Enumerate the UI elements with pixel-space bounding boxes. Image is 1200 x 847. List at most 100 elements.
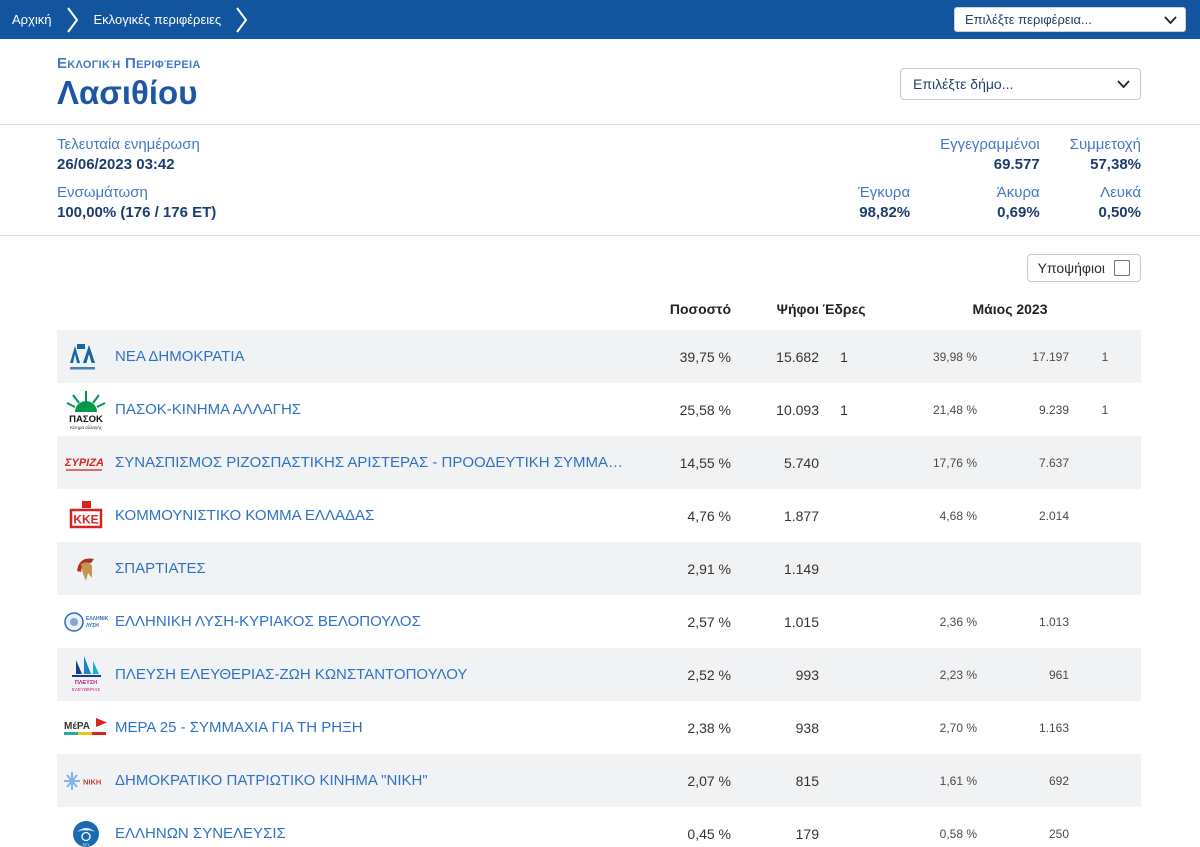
svg-text:ΛΥΣΗ: ΛΥΣΗ xyxy=(86,623,99,629)
party-may-percent: 17,76 % xyxy=(932,455,977,470)
party-seats: 1 xyxy=(840,401,848,418)
party-name-link[interactable]: ΜΕΡΑ 25 - ΣΥΜΜΑΧΙΑ ΓΙΑ ΤΗ ΡΗΞΗ xyxy=(115,719,631,736)
result-row: ΜέΡΑ ΜΕΡΑ 25 - ΣΥΜΜΑΧΙΑ ΓΙΑ ΤΗ ΡΗΞΗ 2,38… xyxy=(57,701,1141,754)
candidates-checkbox[interactable] xyxy=(1114,260,1130,276)
results-rows: ΝΕΑ ΔΗΜΟΚΡΑΤΙΑ 39,75 % 15.682 1 39,98 % … xyxy=(57,330,1141,847)
header-votes: Ψήφοι xyxy=(776,301,819,317)
turnout-value: 57,38% xyxy=(1090,156,1141,173)
party-may-percent: 39,98 % xyxy=(932,349,977,364)
chevron-right-icon xyxy=(236,6,248,33)
party-name-link[interactable]: ΕΛΛΗΝΩΝ ΣΥΝΕΛΕΥΣΙΣ xyxy=(115,825,631,842)
header-seats: Έδρες xyxy=(822,301,866,317)
turnout-label: Συμμετοχή xyxy=(1069,136,1141,153)
party-may-percent: 21,48 % xyxy=(932,402,977,417)
party-percent: 2,38 % xyxy=(687,719,731,736)
result-row: ΠΛΕΥΣΗ ΕΛΕΥΘΕΡΙΑΣ ΠΛΕΥΣΗ ΕΛΕΥΘΕΡΙΑΣ-ΖΩΗ … xyxy=(57,648,1141,701)
top-navigation-bar: Αρχική Εκλογικές περιφέρειες Επιλέξτε πε… xyxy=(0,0,1200,39)
party-name-link[interactable]: ΣΠΑΡΤΙΑΤΕΣ xyxy=(115,560,631,577)
pasok-party-logo-icon: ΠΑΣΟΚ Κίνημα αλλαγής xyxy=(65,389,107,431)
party-votes: 938 xyxy=(795,719,819,736)
party-name-link[interactable]: ΠΛΕΥΣΗ ΕΛΕΥΘΕΡΙΑΣ-ΖΩΗ ΚΩΝΣΤΑΝΤΟΠΟΥΛΟΥ xyxy=(115,666,631,683)
party-name-link[interactable]: ΝΕΑ ΔΗΜΟΚΡΑΤΙΑ xyxy=(115,348,631,365)
party-may-votes: 9.239 xyxy=(1038,402,1069,417)
party-percent: 2,91 % xyxy=(687,560,731,577)
last-update-value: 26/06/2023 03:42 xyxy=(57,156,175,173)
party-may-votes: 250 xyxy=(1048,826,1069,841)
party-seats: 1 xyxy=(840,348,848,365)
breadcrumb-item-home[interactable]: Αρχική xyxy=(12,12,52,27)
update-stats: Τελευταία ενημέρωση 26/06/2023 03:42 Ενσ… xyxy=(57,136,216,221)
party-may-percent: 1,61 % xyxy=(939,773,977,788)
party-may-votes: 17.197 xyxy=(1032,349,1069,364)
party-name-link[interactable]: ΚΟΜΜΟΥΝΙΣΤΙΚΟ ΚΟΜΜΑ ΕΛΛΑΔΑΣ xyxy=(115,507,631,524)
region-select[interactable]: Επιλέξτε περιφέρεια... xyxy=(954,7,1186,32)
valid-label: Έγκυρα xyxy=(857,184,911,201)
party-percent: 2,07 % xyxy=(687,772,731,789)
result-row: ΣΥΡΙΖΑ ΣΥΝΑΣΠΙΣΜΟΣ ΡΙΖΟΣΠΑΣΤΙΚΗΣ ΑΡΙΣΤΕΡ… xyxy=(57,436,1141,489)
spartiates-party-logo-icon xyxy=(73,554,99,584)
party-votes: 179 xyxy=(795,825,819,842)
municipality-select-placeholder: Επιλέξτε δήμο... xyxy=(913,76,1014,92)
result-row: ΚΚΕ ΚΟΜΜΟΥΝΙΣΤΙΚΟ ΚΟΜΜΑ ΕΛΛΑΔΑΣ 4,76 % 1… xyxy=(57,489,1141,542)
party-may-votes: 1.013 xyxy=(1038,614,1069,629)
party-percent: 0,45 % xyxy=(687,825,731,842)
nd-party-logo-icon xyxy=(68,341,104,373)
svg-text:ΜέΡΑ: ΜέΡΑ xyxy=(64,721,90,732)
svg-text:ΕΛΛΗΝΙΚΗ: ΕΛΛΗΝΙΚΗ xyxy=(86,616,108,622)
registered-value: 69.577 xyxy=(993,156,1040,173)
result-row: ΕΣΥ ΕΛΛΗΝΩΝ ΣΥΝΕΛΕΥΣΙΣ 0,45 % 179 0,58 %… xyxy=(57,807,1141,847)
party-may-votes: 1.163 xyxy=(1038,720,1069,735)
svg-text:ΕΣΥ: ΕΣΥ xyxy=(83,843,90,847)
result-row: ΝΙΚΗ ΔΗΜΟΚΡΑΤΙΚΟ ΠΑΤΡΙΩΤΙΚΟ ΚΙΝΗΜΑ "ΝΙΚΗ… xyxy=(57,754,1141,807)
district-header: Εκλογική Περιφέρεια Λασιθίου Επιλέξτε δή… xyxy=(0,39,1200,125)
invalid-value: 0,69% xyxy=(997,204,1040,221)
party-votes: 15.682 xyxy=(776,348,819,365)
candidates-toggle-button[interactable]: Υποψήφιοι xyxy=(1026,254,1141,282)
party-votes: 1.877 xyxy=(783,507,819,524)
party-may-seats: 1 xyxy=(1101,349,1109,364)
party-votes: 5.740 xyxy=(783,454,819,471)
party-may-percent: 0,58 % xyxy=(939,826,977,841)
party-may-votes: 7.637 xyxy=(1038,455,1069,470)
last-update-label: Τελευταία ενημέρωση xyxy=(57,136,200,153)
party-percent: 25,58 % xyxy=(679,401,731,418)
party-name-link[interactable]: ΕΛΛΗΝΙΚΗ ΛΥΣΗ-ΚΥΡΙΑΚΟΣ ΒΕΛΟΠΟΥΛΟΣ xyxy=(115,613,631,630)
party-votes: 815 xyxy=(795,772,819,789)
result-row: ΣΠΑΡΤΙΑΤΕΣ 2,91 % 1.149 xyxy=(57,542,1141,595)
svg-text:Κίνημα αλλαγής: Κίνημα αλλαγής xyxy=(70,424,103,430)
niki-party-logo-icon: ΝΙΚΗ xyxy=(62,770,110,792)
svg-text:ΕΛΕΥΘΕΡΙΑΣ: ΕΛΕΥΘΕΡΙΑΣ xyxy=(72,687,101,692)
kke-party-logo-icon: ΚΚΕ xyxy=(69,500,103,532)
candidates-toggle-row: Υποψήφιοι xyxy=(0,236,1200,288)
party-may-percent: 2,36 % xyxy=(939,614,977,629)
header-may-2023: Μάιος 2023 xyxy=(972,301,1048,317)
blank-label: Λευκά xyxy=(1100,184,1141,201)
svg-text:ΠΛΕΥΣΗ: ΠΛΕΥΣΗ xyxy=(75,680,97,686)
party-votes: 993 xyxy=(795,666,819,683)
party-votes: 1.149 xyxy=(783,560,819,577)
party-votes: 1.015 xyxy=(783,613,819,630)
result-row: ΕΛΛΗΝΙΚΗ ΛΥΣΗ ΕΛΛΗΝΙΚΗ ΛΥΣΗ-ΚΥΡΙΑΚΟΣ ΒΕΛ… xyxy=(57,595,1141,648)
party-name-link[interactable]: ΠΑΣΟΚ-ΚΙΝΗΜΑ ΑΛΛΑΓΗΣ xyxy=(115,401,631,418)
party-percent: 39,75 % xyxy=(679,348,731,365)
party-may-percent: 4,68 % xyxy=(939,508,977,523)
ellinon-synelefsis-party-logo-icon: ΕΣΥ xyxy=(71,819,101,847)
candidates-toggle-label: Υποψήφιοι xyxy=(1037,260,1105,276)
chevron-right-icon xyxy=(66,6,79,33)
svg-text:ΠΑΣΟΚ: ΠΑΣΟΚ xyxy=(69,414,103,425)
summary-stats: Τελευταία ενημέρωση 26/06/2023 03:42 Ενσ… xyxy=(0,125,1200,236)
integration-value: 100,00% (176 / 176 ΕΤ) xyxy=(57,204,217,221)
integration-label: Ενσωμάτωση xyxy=(57,184,148,201)
chevron-down-icon xyxy=(1117,75,1130,93)
svg-text:ΚΚΕ: ΚΚΕ xyxy=(73,512,98,526)
breadcrumb-item-electoral-districts[interactable]: Εκλογικές περιφέρειες xyxy=(94,12,222,27)
party-may-percent: 2,23 % xyxy=(939,667,977,682)
party-percent: 14,55 % xyxy=(679,454,731,471)
party-may-votes: 961 xyxy=(1048,667,1069,682)
party-name-link[interactable]: ΔΗΜΟΚΡΑΤΙΚΟ ΠΑΤΡΙΩΤΙΚΟ ΚΙΝΗΜΑ "ΝΙΚΗ" xyxy=(115,772,631,789)
header-percent: Ποσοστό xyxy=(669,301,731,317)
registered-label: Εγγεγραμμένοι xyxy=(940,136,1040,153)
party-name-link[interactable]: ΣΥΝΑΣΠΙΣΜΟΣ ΡΙΖΟΣΠΑΣΤΙΚΗΣ ΑΡΙΣΤΕΡΑΣ - ΠΡ… xyxy=(115,454,631,471)
municipality-select[interactable]: Επιλέξτε δήμο... xyxy=(900,68,1141,100)
chevron-down-icon xyxy=(1164,11,1177,29)
